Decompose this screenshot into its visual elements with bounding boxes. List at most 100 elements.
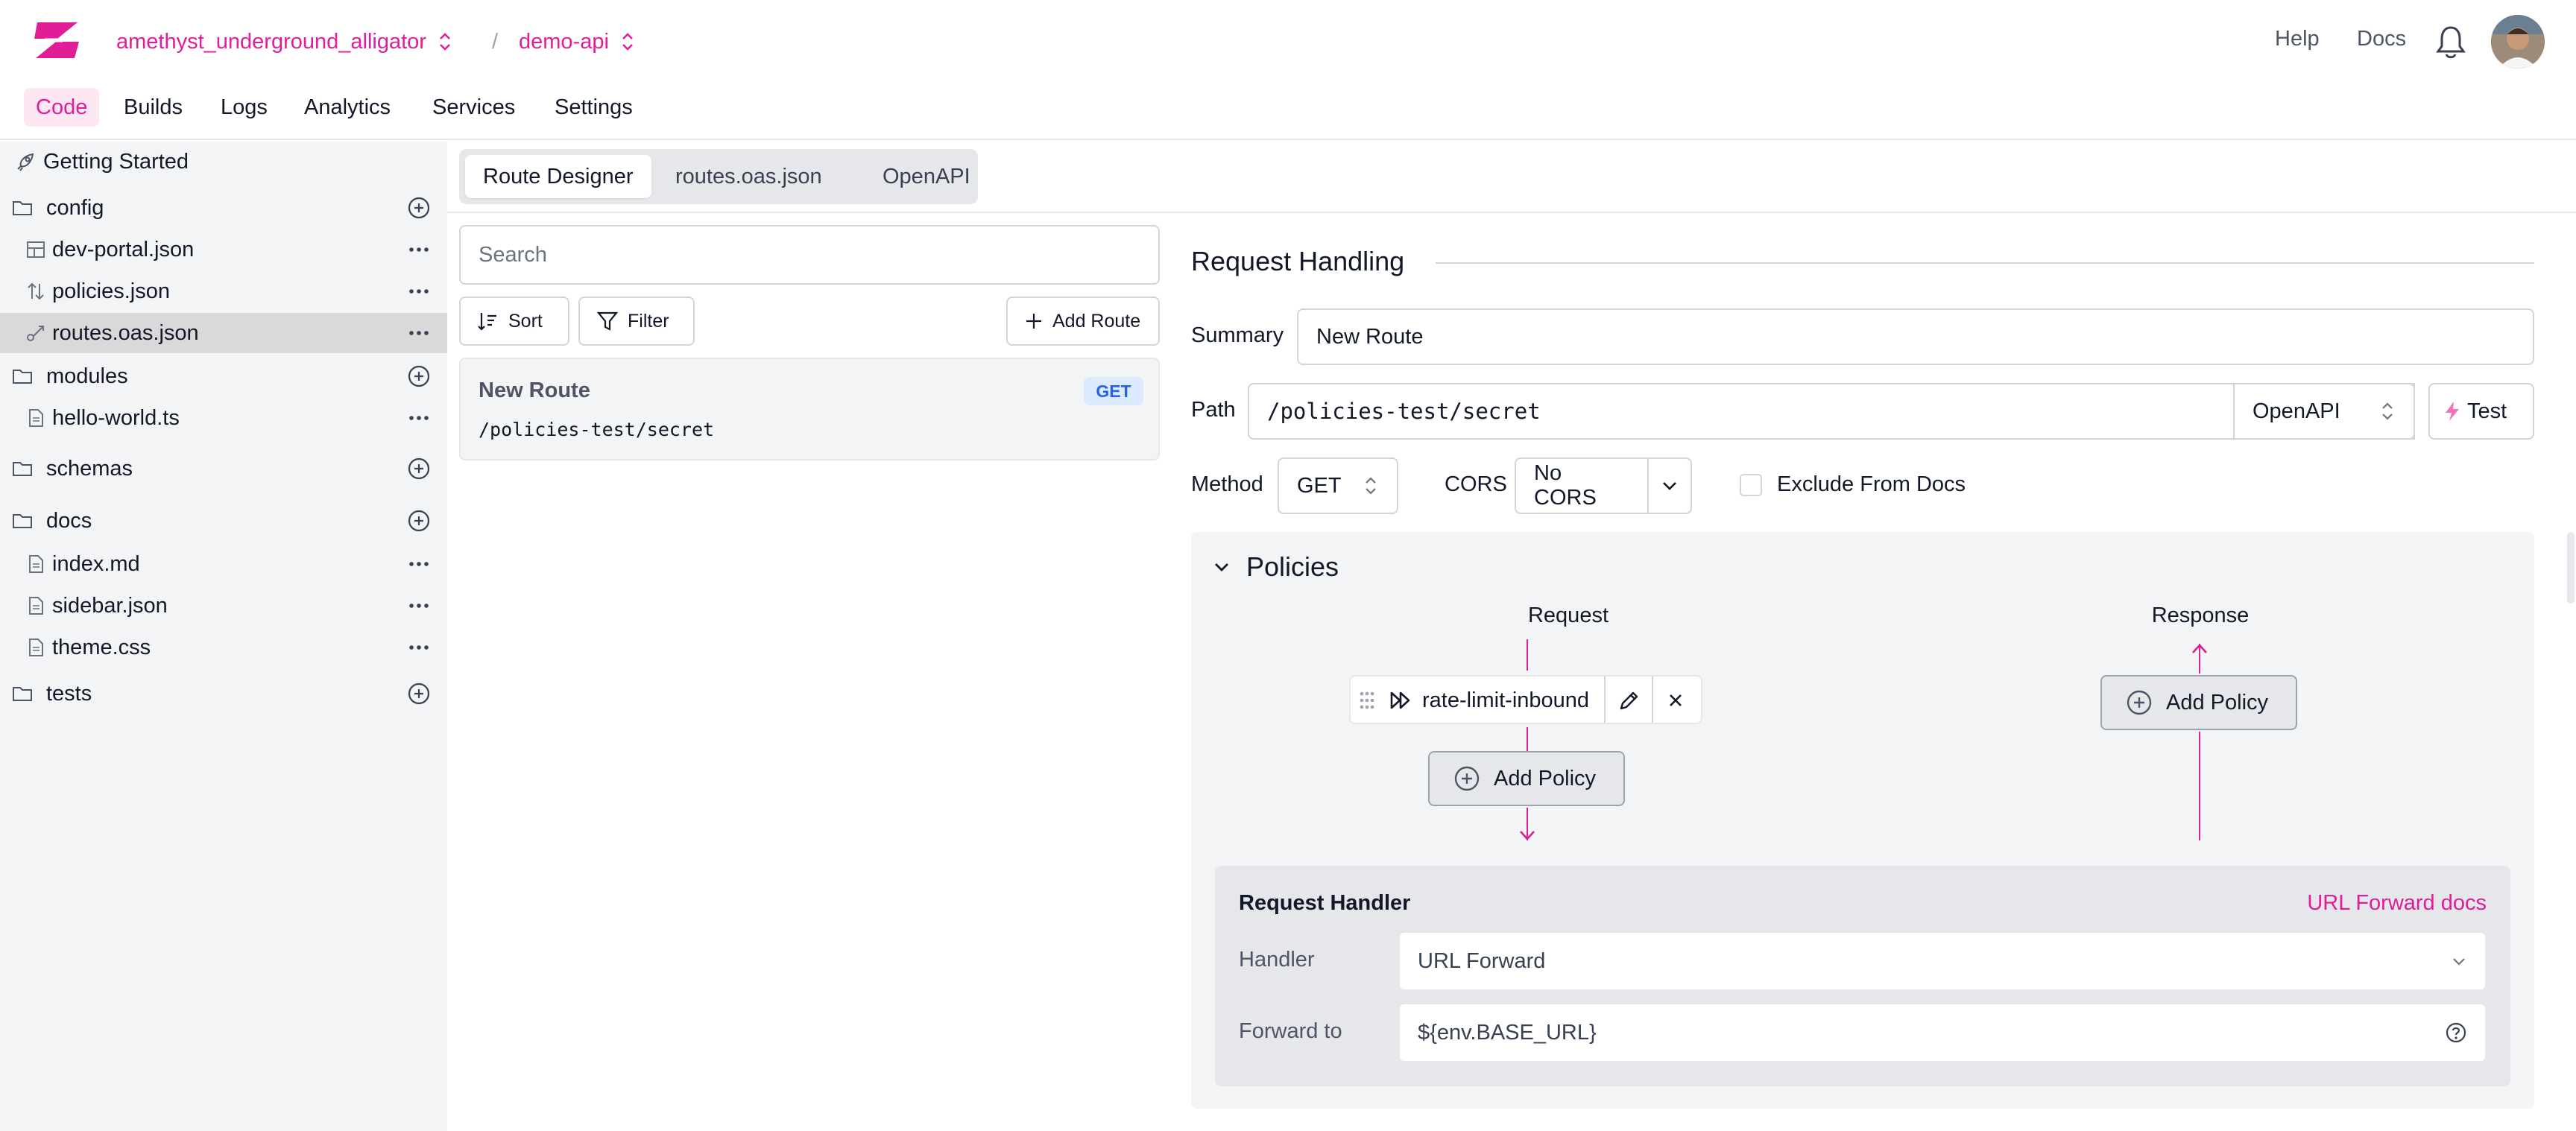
route-list-item[interactable]: New Route /policies-test/secret GET <box>459 358 1160 460</box>
more-horizontal-icon[interactable] <box>407 594 431 618</box>
file-icon <box>29 555 43 573</box>
file-theme-css[interactable]: theme.css <box>0 627 447 668</box>
rocket-icon <box>17 153 34 171</box>
add-route-button[interactable]: Add Route <box>1006 297 1160 346</box>
url-forward-docs-link[interactable]: URL Forward docs <box>2307 891 2487 916</box>
policies-title: Policies <box>1246 551 1339 582</box>
scrollbar-thumb[interactable] <box>2567 532 2575 603</box>
add-circle-icon[interactable] <box>407 682 431 706</box>
more-horizontal-icon[interactable] <box>407 321 431 345</box>
folder-icon <box>13 462 32 476</box>
request-handling-title: Request Handling <box>1191 246 1405 276</box>
add-circle-icon[interactable] <box>407 509 431 533</box>
method-badge: GET <box>1084 377 1143 405</box>
add-circle-icon[interactable] <box>407 364 431 388</box>
route-search-input[interactable]: Search <box>459 225 1160 285</box>
policies-toggle[interactable]: Policies <box>1212 551 1339 583</box>
more-horizontal-icon[interactable] <box>407 238 431 262</box>
nav-code[interactable]: Code <box>24 88 100 127</box>
file-dev-portal[interactable]: dev-portal.json <box>0 229 447 270</box>
chevron-down-icon <box>2453 958 2465 966</box>
nav-builds[interactable]: Builds <box>112 88 195 127</box>
tree-label: docs <box>46 508 92 533</box>
tab-openapi[interactable]: OpenAPI <box>865 155 988 198</box>
file-hello-world[interactable]: hello-world.ts <box>0 398 447 438</box>
help-link[interactable]: Help <box>2275 27 2320 51</box>
project-selector[interactable]: amethyst_underground_alligator <box>116 27 453 57</box>
folder-schemas[interactable]: schemas <box>0 449 447 489</box>
pencil-icon[interactable] <box>1617 688 1641 712</box>
cors-value: No CORS <box>1534 461 1597 510</box>
cors-label: CORS <box>1445 472 1507 496</box>
add-response-policy-button[interactable]: Add Policy <box>2100 675 2297 730</box>
add-circle-icon[interactable] <box>407 196 431 220</box>
docs-link[interactable]: Docs <box>2357 27 2406 51</box>
file-sidebar-json[interactable]: sidebar.json <box>0 586 447 626</box>
folder-modules[interactable]: modules <box>0 356 447 396</box>
tab-route-designer[interactable]: Route Designer <box>465 155 651 198</box>
tree-label: hello-world.ts <box>52 405 180 430</box>
file-policies[interactable]: policies.json <box>0 271 447 311</box>
file-routes-oas[interactable]: routes.oas.json <box>0 313 447 353</box>
path-format-select[interactable]: OpenAPI <box>2233 383 2415 440</box>
nav-services[interactable]: Services <box>420 88 527 127</box>
more-horizontal-icon[interactable] <box>407 406 431 430</box>
filter-button[interactable]: Filter <box>578 297 695 346</box>
path-label: Path <box>1191 398 1236 422</box>
nav-logs[interactable]: Logs <box>209 88 280 127</box>
exclude-docs-checkbox[interactable] <box>1740 474 1762 496</box>
help-circle-icon[interactable] <box>2445 1021 2467 1044</box>
nav-settings[interactable]: Settings <box>543 88 645 127</box>
cors-dropdown-button[interactable] <box>1647 457 1692 514</box>
chevron-up-down-icon <box>1366 477 1376 495</box>
file-icon <box>29 597 43 615</box>
folder-icon <box>13 370 32 384</box>
test-label: Test <box>2467 399 2507 423</box>
file-icon <box>29 409 43 427</box>
summary-value: New Route <box>1316 324 1424 349</box>
response-column-label: Response <box>2151 603 2250 627</box>
folder-icon <box>13 687 32 701</box>
sort-button[interactable]: Sort <box>459 297 569 346</box>
folder-tests[interactable]: tests <box>0 674 447 714</box>
tab-routes-oas-json[interactable]: routes.oas.json <box>657 155 840 198</box>
forward-to-input[interactable]: ${env.BASE_URL} <box>1398 1003 2487 1062</box>
zuplo-logo[interactable] <box>33 18 85 63</box>
breadcrumb-separator: / <box>492 29 499 54</box>
sort-icon <box>478 313 496 331</box>
fast-forward-icon <box>1390 691 1410 709</box>
test-button[interactable]: Test <box>2428 383 2534 440</box>
folder-config[interactable]: config <box>0 188 447 228</box>
file-icon <box>29 639 43 656</box>
add-circle-icon[interactable] <box>407 457 431 481</box>
tree-label: dev-portal.json <box>52 237 195 262</box>
tree-label: policies.json <box>52 279 170 303</box>
chevron-up-down-icon <box>622 33 633 51</box>
close-icon[interactable] <box>1667 691 1685 709</box>
more-horizontal-icon[interactable] <box>407 552 431 576</box>
method-label: Method <box>1191 472 1263 496</box>
project-name: amethyst_underground_alligator <box>116 29 426 54</box>
nav-analytics[interactable]: Analytics <box>292 88 402 127</box>
policy-chip-rate-limit[interactable]: rate-limit-inbound <box>1349 675 1702 724</box>
file-index-md[interactable]: index.md <box>0 544 447 584</box>
bell-icon[interactable] <box>2434 24 2467 60</box>
method-select[interactable]: GET <box>1278 457 1398 514</box>
repo-selector[interactable]: demo-api <box>519 27 636 57</box>
drag-handle-icon[interactable] <box>1358 690 1376 712</box>
more-horizontal-icon[interactable] <box>407 279 431 303</box>
tree-label: tests <box>46 681 92 706</box>
path-format-value: OpenAPI <box>2253 399 2340 423</box>
more-horizontal-icon[interactable] <box>407 636 431 659</box>
getting-started-item[interactable]: Getting Started <box>0 142 447 182</box>
add-request-policy-button[interactable]: Add Policy <box>1428 751 1625 806</box>
summary-input[interactable]: New Route <box>1297 308 2534 365</box>
tree-label: theme.css <box>52 635 151 659</box>
handler-select[interactable]: URL Forward <box>1398 931 2487 991</box>
sort-label: Sort <box>508 310 543 332</box>
request-handler-panel: Request Handler URL Forward docs Handler… <box>1215 866 2510 1086</box>
tree-label: routes.oas.json <box>52 320 199 345</box>
avatar[interactable] <box>2491 15 2545 69</box>
cors-select[interactable]: No CORS <box>1515 457 1649 514</box>
folder-docs[interactable]: docs <box>0 501 447 541</box>
